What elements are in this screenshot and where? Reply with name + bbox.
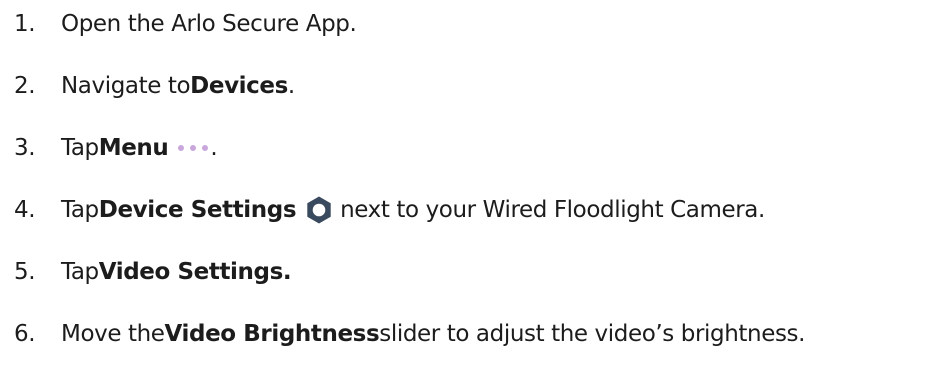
step-number: 2. bbox=[14, 73, 36, 99]
step-text: Open the Arlo Secure App. bbox=[61, 11, 357, 37]
step-1: 1. Open the Arlo Secure App. bbox=[14, 4, 357, 44]
step-text-suffix: . bbox=[287, 73, 295, 99]
step-5: 5. Tap Video Settings. bbox=[14, 252, 292, 292]
step-4: 4. Tap Device Settings next to your Wire… bbox=[14, 190, 765, 230]
step-text-suffix: . bbox=[210, 135, 218, 161]
step-3: 3. Tap Menu . bbox=[14, 128, 218, 168]
step-2: 2. Navigate to Devices . bbox=[14, 66, 295, 106]
step-number: 5. bbox=[14, 259, 36, 285]
step-bold-term: Video Settings. bbox=[98, 259, 292, 285]
step-number: 1. bbox=[14, 11, 36, 37]
step-6: 6. Move the Video Brightness slider to a… bbox=[14, 314, 805, 354]
more-dots-icon bbox=[178, 145, 209, 151]
dot bbox=[190, 145, 197, 151]
step-bold-term: Menu bbox=[98, 135, 169, 161]
step-bold-term: Device Settings bbox=[98, 197, 297, 223]
instruction-steps: 1. Open the Arlo Secure App. 2. Navigate… bbox=[0, 0, 929, 376]
gear-icon bbox=[307, 196, 331, 224]
step-text-prefix: Tap bbox=[61, 259, 99, 285]
step-number: 6. bbox=[14, 321, 36, 347]
step-number: 3. bbox=[14, 135, 36, 161]
step-text-prefix: Tap bbox=[61, 135, 99, 161]
step-text-suffix: slider to adjust the video’s brightness. bbox=[379, 321, 806, 347]
step-text-suffix: next to your Wired Floodlight Camera. bbox=[340, 197, 765, 223]
dot bbox=[202, 145, 209, 151]
step-number: 4. bbox=[14, 197, 36, 223]
step-bold-term: Video Brightness bbox=[164, 321, 380, 347]
dot bbox=[178, 145, 185, 151]
step-bold-term: Devices bbox=[190, 73, 288, 99]
step-text-prefix: Navigate to bbox=[61, 73, 191, 99]
step-text-prefix: Tap bbox=[61, 197, 99, 223]
step-text-prefix: Move the bbox=[61, 321, 165, 347]
